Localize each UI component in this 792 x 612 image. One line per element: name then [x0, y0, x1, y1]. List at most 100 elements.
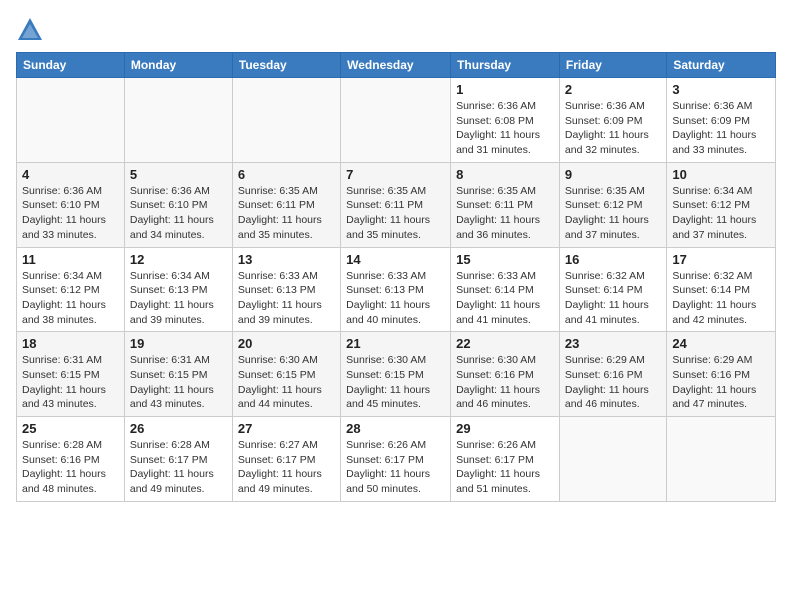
day-number: 18 — [22, 336, 119, 351]
calendar-cell: 1 Sunrise: 6:36 AM Sunset: 6:08 PM Daylig… — [451, 78, 560, 163]
cell-info: Sunrise: 6:36 AM Sunset: 6:08 PM Dayligh… — [456, 99, 554, 158]
day-number: 14 — [346, 252, 445, 267]
cell-info: Sunrise: 6:33 AM Sunset: 6:13 PM Dayligh… — [238, 269, 335, 328]
calendar-cell: 11 Sunrise: 6:34 AM Sunset: 6:12 PM Dayli… — [17, 247, 125, 332]
day-number: 16 — [565, 252, 661, 267]
cell-info: Sunrise: 6:28 AM Sunset: 6:17 PM Dayligh… — [130, 438, 227, 497]
day-number: 17 — [672, 252, 770, 267]
cell-info: Sunrise: 6:35 AM Sunset: 6:11 PM Dayligh… — [456, 184, 554, 243]
header-friday: Friday — [559, 53, 666, 78]
calendar-cell: 25 Sunrise: 6:28 AM Sunset: 6:16 PM Dayli… — [17, 417, 125, 502]
calendar-cell: 29Sunrise: 6:26 AM Sunset: 6:17 PM Dayli… — [451, 417, 560, 502]
header-monday: Monday — [124, 53, 232, 78]
day-number: 15 — [456, 252, 554, 267]
cell-info: Sunrise: 6:36 AM Sunset: 6:10 PM Dayligh… — [130, 184, 227, 243]
week-row-5: 25 Sunrise: 6:28 AM Sunset: 6:16 PM Dayli… — [17, 417, 776, 502]
calendar-cell: 12 Sunrise: 6:34 AM Sunset: 6:13 PM Dayli… — [124, 247, 232, 332]
week-row-1: 1 Sunrise: 6:36 AM Sunset: 6:08 PM Daylig… — [17, 78, 776, 163]
logo-icon — [16, 16, 44, 44]
cell-info: Sunrise: 6:31 AM Sunset: 6:15 PM Dayligh… — [130, 353, 227, 412]
day-number: 11 — [22, 252, 119, 267]
cell-info: Sunrise: 6:36 AM Sunset: 6:09 PM Dayligh… — [672, 99, 770, 158]
day-number: 8 — [456, 167, 554, 182]
calendar-cell: 4Sunrise: 6:36 AM Sunset: 6:10 PM Daylig… — [17, 162, 125, 247]
cell-info: Sunrise: 6:34 AM Sunset: 6:12 PM Dayligh… — [22, 269, 119, 328]
cell-info: Sunrise: 6:30 AM Sunset: 6:15 PM Dayligh… — [346, 353, 445, 412]
calendar-table: SundayMondayTuesdayWednesdayThursdayFrid… — [16, 52, 776, 502]
day-number: 12 — [130, 252, 227, 267]
day-number: 22 — [456, 336, 554, 351]
calendar-cell: 23Sunrise: 6:29 AM Sunset: 6:16 PM Dayli… — [559, 332, 666, 417]
day-number: 20 — [238, 336, 335, 351]
page-header — [16, 16, 776, 44]
calendar-cell: 27 Sunrise: 6:27 AM Sunset: 6:17 PM Dayli… — [232, 417, 340, 502]
calendar-cell: 9 Sunrise: 6:35 AM Sunset: 6:12 PM Daylig… — [559, 162, 666, 247]
day-number: 1 — [456, 82, 554, 97]
calendar-cell — [17, 78, 125, 163]
day-number: 24 — [672, 336, 770, 351]
cell-info: Sunrise: 6:34 AM Sunset: 6:13 PM Dayligh… — [130, 269, 227, 328]
day-number: 2 — [565, 82, 661, 97]
day-number: 6 — [238, 167, 335, 182]
calendar-cell — [341, 78, 451, 163]
calendar-cell: 16 Sunrise: 6:32 AM Sunset: 6:14 PM Dayli… — [559, 247, 666, 332]
calendar-cell — [124, 78, 232, 163]
week-row-3: 11 Sunrise: 6:34 AM Sunset: 6:12 PM Dayli… — [17, 247, 776, 332]
day-number: 4 — [22, 167, 119, 182]
header-row: SundayMondayTuesdayWednesdayThursdayFrid… — [17, 53, 776, 78]
day-number: 23 — [565, 336, 661, 351]
cell-info: Sunrise: 6:26 AM Sunset: 6:17 PM Dayligh… — [346, 438, 445, 497]
calendar-cell: 22Sunrise: 6:30 AM Sunset: 6:16 PM Dayli… — [451, 332, 560, 417]
cell-info: Sunrise: 6:35 AM Sunset: 6:12 PM Dayligh… — [565, 184, 661, 243]
calendar-cell: 8 Sunrise: 6:35 AM Sunset: 6:11 PM Daylig… — [451, 162, 560, 247]
calendar-cell: 24 Sunrise: 6:29 AM Sunset: 6:16 PM Dayli… — [667, 332, 776, 417]
calendar-cell: 17Sunrise: 6:32 AM Sunset: 6:14 PM Dayli… — [667, 247, 776, 332]
calendar-cell: 14 Sunrise: 6:33 AM Sunset: 6:13 PM Dayli… — [341, 247, 451, 332]
day-number: 25 — [22, 421, 119, 436]
calendar-cell: 6Sunrise: 6:35 AM Sunset: 6:11 PM Daylig… — [232, 162, 340, 247]
calendar-cell: 20 Sunrise: 6:30 AM Sunset: 6:15 PM Dayli… — [232, 332, 340, 417]
calendar-cell: 7 Sunrise: 6:35 AM Sunset: 6:11 PM Daylig… — [341, 162, 451, 247]
cell-info: Sunrise: 6:35 AM Sunset: 6:11 PM Dayligh… — [346, 184, 445, 243]
day-number: 27 — [238, 421, 335, 436]
header-thursday: Thursday — [451, 53, 560, 78]
day-number: 10 — [672, 167, 770, 182]
header-saturday: Saturday — [667, 53, 776, 78]
calendar-cell: 21 Sunrise: 6:30 AM Sunset: 6:15 PM Dayli… — [341, 332, 451, 417]
cell-info: Sunrise: 6:31 AM Sunset: 6:15 PM Dayligh… — [22, 353, 119, 412]
calendar-cell: 5 Sunrise: 6:36 AM Sunset: 6:10 PM Daylig… — [124, 162, 232, 247]
day-number: 29 — [456, 421, 554, 436]
day-number: 21 — [346, 336, 445, 351]
day-number: 28 — [346, 421, 445, 436]
week-row-2: 4 Sunrise: 6:36 AM Sunset: 6:10 PM Daylig… — [17, 162, 776, 247]
cell-info: Sunrise: 6:32 AM Sunset: 6:14 PM Dayligh… — [565, 269, 661, 328]
day-number: 9 — [565, 167, 661, 182]
cell-info: Sunrise: 6:30 AM Sunset: 6:15 PM Dayligh… — [238, 353, 335, 412]
calendar-cell: 3 Sunrise: 6:36 AM Sunset: 6:09 PM Daylig… — [667, 78, 776, 163]
calendar-cell — [667, 417, 776, 502]
cell-info: Sunrise: 6:27 AM Sunset: 6:17 PM Dayligh… — [238, 438, 335, 497]
header-sunday: Sunday — [17, 53, 125, 78]
calendar-cell: 15 Sunrise: 6:33 AM Sunset: 6:14 PM Dayli… — [451, 247, 560, 332]
calendar-cell — [559, 417, 666, 502]
cell-info: Sunrise: 6:34 AM Sunset: 6:12 PM Dayligh… — [672, 184, 770, 243]
calendar-cell: 2Sunrise: 6:36 AM Sunset: 6:09 PM Daylig… — [559, 78, 666, 163]
calendar-cell: 28 Sunrise: 6:26 AM Sunset: 6:17 PM Dayli… — [341, 417, 451, 502]
day-number: 3 — [672, 82, 770, 97]
day-number: 7 — [346, 167, 445, 182]
cell-info: Sunrise: 6:33 AM Sunset: 6:14 PM Dayligh… — [456, 269, 554, 328]
calendar-cell: 19Sunrise: 6:31 AM Sunset: 6:15 PM Dayli… — [124, 332, 232, 417]
calendar-cell: 13Sunrise: 6:33 AM Sunset: 6:13 PM Dayli… — [232, 247, 340, 332]
day-number: 26 — [130, 421, 227, 436]
cell-info: Sunrise: 6:33 AM Sunset: 6:13 PM Dayligh… — [346, 269, 445, 328]
calendar-cell: 10 Sunrise: 6:34 AM Sunset: 6:12 PM Dayli… — [667, 162, 776, 247]
calendar-cell — [232, 78, 340, 163]
cell-info: Sunrise: 6:28 AM Sunset: 6:16 PM Dayligh… — [22, 438, 119, 497]
calendar-cell: 18 Sunrise: 6:31 AM Sunset: 6:15 PM Dayli… — [17, 332, 125, 417]
week-row-4: 18 Sunrise: 6:31 AM Sunset: 6:15 PM Dayli… — [17, 332, 776, 417]
header-wednesday: Wednesday — [341, 53, 451, 78]
cell-info: Sunrise: 6:29 AM Sunset: 6:16 PM Dayligh… — [672, 353, 770, 412]
header-tuesday: Tuesday — [232, 53, 340, 78]
day-number: 5 — [130, 167, 227, 182]
logo — [16, 16, 48, 44]
